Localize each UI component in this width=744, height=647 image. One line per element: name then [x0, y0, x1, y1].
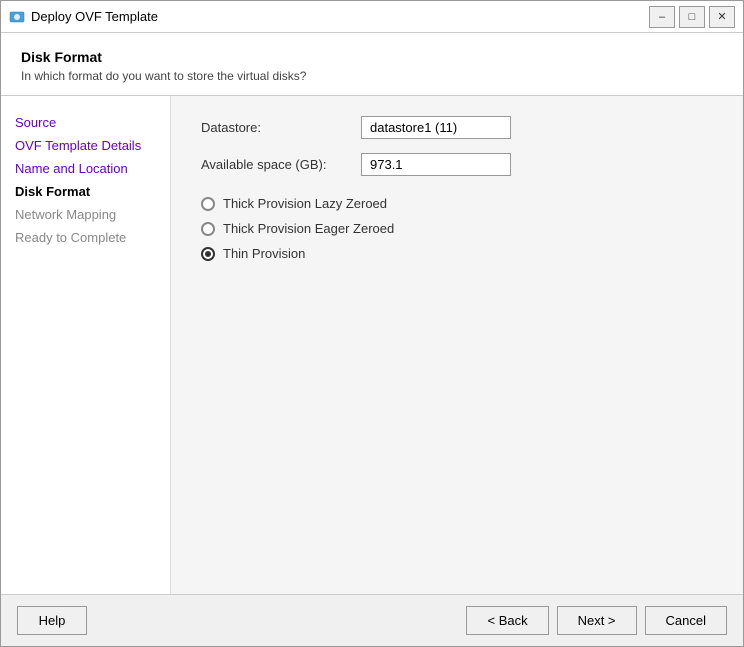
sidebar-item-network-mapping: Network Mapping — [11, 204, 160, 225]
window-title: Deploy OVF Template — [31, 9, 649, 24]
radio-thin[interactable]: Thin Provision — [201, 246, 713, 261]
radio-thick-eager[interactable]: Thick Provision Eager Zeroed — [201, 221, 713, 236]
radio-thin-btn[interactable] — [201, 247, 215, 261]
right-panel: Datastore: datastore1 (11) Available spa… — [171, 96, 743, 594]
available-space-row: Available space (GB): 973.1 — [201, 153, 713, 176]
radio-thick-lazy[interactable]: Thick Provision Lazy Zeroed — [201, 196, 713, 211]
page-subtitle: In which format do you want to store the… — [21, 69, 723, 83]
main-body: Source OVF Template Details Name and Loc… — [1, 96, 743, 594]
next-button[interactable]: Next > — [557, 606, 637, 635]
cancel-button[interactable]: Cancel — [645, 606, 727, 635]
page-title: Disk Format — [21, 49, 723, 65]
back-button[interactable]: < Back — [466, 606, 548, 635]
minimize-button[interactable]: – — [649, 6, 675, 28]
radio-thin-label: Thin Provision — [223, 246, 305, 261]
radio-thick-lazy-btn[interactable] — [201, 197, 215, 211]
window-icon — [9, 9, 25, 25]
sidebar-item-name-and-location[interactable]: Name and Location — [11, 158, 160, 179]
sidebar-item-ovf-template-details[interactable]: OVF Template Details — [11, 135, 160, 156]
datastore-label: Datastore: — [201, 120, 361, 135]
sidebar-item-disk-format: Disk Format — [11, 181, 160, 202]
header-section: Disk Format In which format do you want … — [1, 33, 743, 96]
close-button[interactable]: ✕ — [709, 6, 735, 28]
datastore-row: Datastore: datastore1 (11) — [201, 116, 713, 139]
title-bar: Deploy OVF Template – □ ✕ — [1, 1, 743, 33]
radio-thick-eager-btn[interactable] — [201, 222, 215, 236]
sidebar: Source OVF Template Details Name and Loc… — [1, 96, 171, 594]
main-window: Deploy OVF Template – □ ✕ Disk Format In… — [0, 0, 744, 647]
sidebar-item-source[interactable]: Source — [11, 112, 160, 133]
title-bar-controls: – □ ✕ — [649, 6, 735, 28]
sidebar-item-ready-to-complete: Ready to Complete — [11, 227, 160, 248]
radio-thick-eager-label: Thick Provision Eager Zeroed — [223, 221, 394, 236]
maximize-button[interactable]: □ — [679, 6, 705, 28]
available-space-value: 973.1 — [361, 153, 511, 176]
datastore-value: datastore1 (11) — [361, 116, 511, 139]
help-button[interactable]: Help — [17, 606, 87, 635]
disk-format-radio-group: Thick Provision Lazy Zeroed Thick Provis… — [201, 196, 713, 261]
available-space-label: Available space (GB): — [201, 157, 361, 172]
radio-thick-lazy-label: Thick Provision Lazy Zeroed — [223, 196, 387, 211]
content-area: Disk Format In which format do you want … — [1, 33, 743, 594]
footer: Help < Back Next > Cancel — [1, 594, 743, 646]
footer-right: < Back Next > Cancel — [466, 606, 727, 635]
footer-left: Help — [17, 606, 87, 635]
